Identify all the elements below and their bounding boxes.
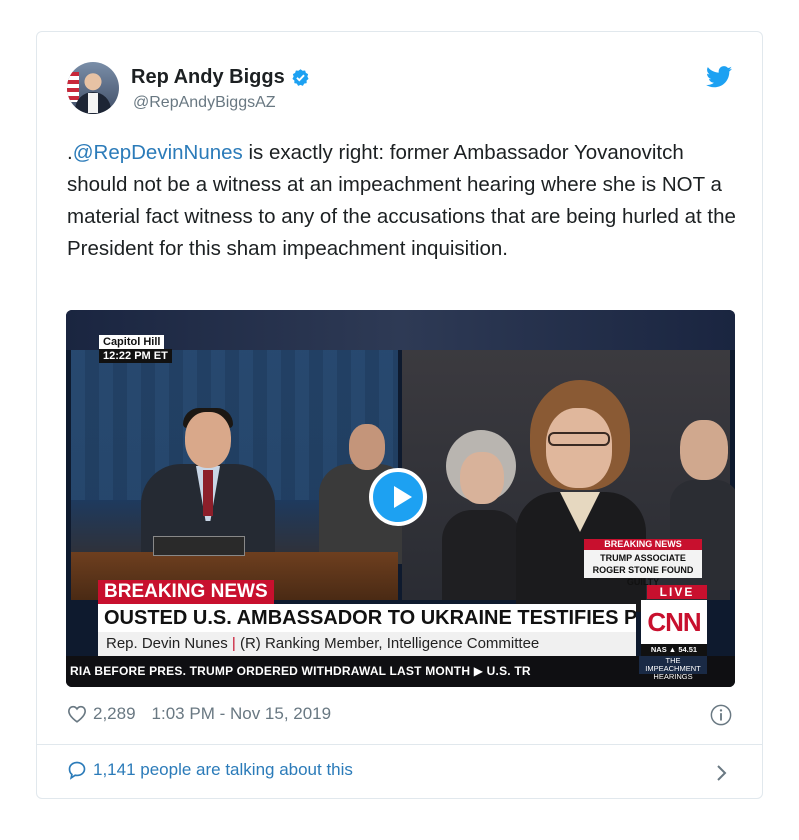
avatar-shirt (88, 93, 98, 113)
chyron-headline: OUSTED U.S. AMBASSADOR TO UKRAINE TESTIF… (98, 604, 636, 632)
subline-role: (R) Ranking Member, Intelligence Committ… (235, 635, 540, 652)
side-breaking-text: TRUMP ASSOCIATE ROGER STONE FOUND GUILTY (584, 550, 702, 587)
time-badge: 12:22 PM ET (99, 349, 172, 363)
chevron-right-icon[interactable] (716, 764, 728, 782)
tweet-timestamp[interactable]: 1:03 PM - Nov 15, 2019 (152, 704, 332, 724)
location-badge: Capitol Hill (99, 335, 165, 349)
tweet-meta: 2,289 1:03 PM - Nov 15, 2019 (67, 704, 331, 724)
subline-name: Rep. Devin Nunes (106, 635, 228, 652)
background-woman (442, 430, 522, 600)
play-icon[interactable] (369, 468, 427, 526)
author-name-row[interactable]: Rep Andy Biggs (131, 66, 310, 89)
heart-icon[interactable] (67, 705, 87, 723)
like-count[interactable]: 2,289 (93, 704, 136, 724)
video-top-band (66, 310, 735, 350)
talking-about-text[interactable]: 1,141 people are talking about this (93, 760, 353, 780)
impeachment-hearings-label: THE IMPEACHMENT HEARINGS (639, 656, 707, 681)
verified-badge-icon (292, 69, 309, 86)
speech-bubble-icon (68, 761, 86, 780)
twitter-bird-icon[interactable] (706, 66, 732, 88)
author-avatar[interactable] (67, 62, 119, 114)
video-panel-left (71, 350, 409, 600)
desk-nameplate (153, 536, 245, 556)
news-ticker: RIA BEFORE PRES. TRUMP ORDERED WITHDRAWA… (66, 656, 735, 687)
author-handle[interactable]: @RepAndyBiggsAZ (133, 94, 276, 112)
author-name[interactable]: Rep Andy Biggs (131, 66, 285, 89)
tweet-text: .@RepDevinNunes is exactly right: former… (67, 137, 737, 265)
video-player[interactable]: Capitol Hill 12:22 PM ET BREAKING NEWS T… (66, 310, 735, 687)
breaking-news-bar: BREAKING NEWS (98, 580, 274, 604)
chyron-subline: Rep. Devin Nunes | (R) Ranking Member, I… (98, 632, 636, 656)
ticker-text: RIA BEFORE PRES. TRUMP ORDERED WITHDRAWA… (70, 664, 531, 678)
mention-link[interactable]: @RepDevinNunes (73, 141, 243, 164)
live-badge: LIVE (647, 585, 707, 599)
tweet-card: Rep Andy Biggs @RepAndyBiggsAZ .@RepDevi… (36, 31, 763, 799)
info-icon[interactable] (710, 704, 732, 726)
avatar-flag (67, 72, 79, 102)
side-breaking-label: BREAKING NEWS (584, 539, 702, 550)
market-ticker: NAS ▲ 54.51 (641, 644, 707, 656)
conversation-link[interactable]: 1,141 people are talking about this (67, 760, 353, 780)
network-logo: CNN (641, 600, 707, 644)
footer-divider (37, 744, 762, 745)
